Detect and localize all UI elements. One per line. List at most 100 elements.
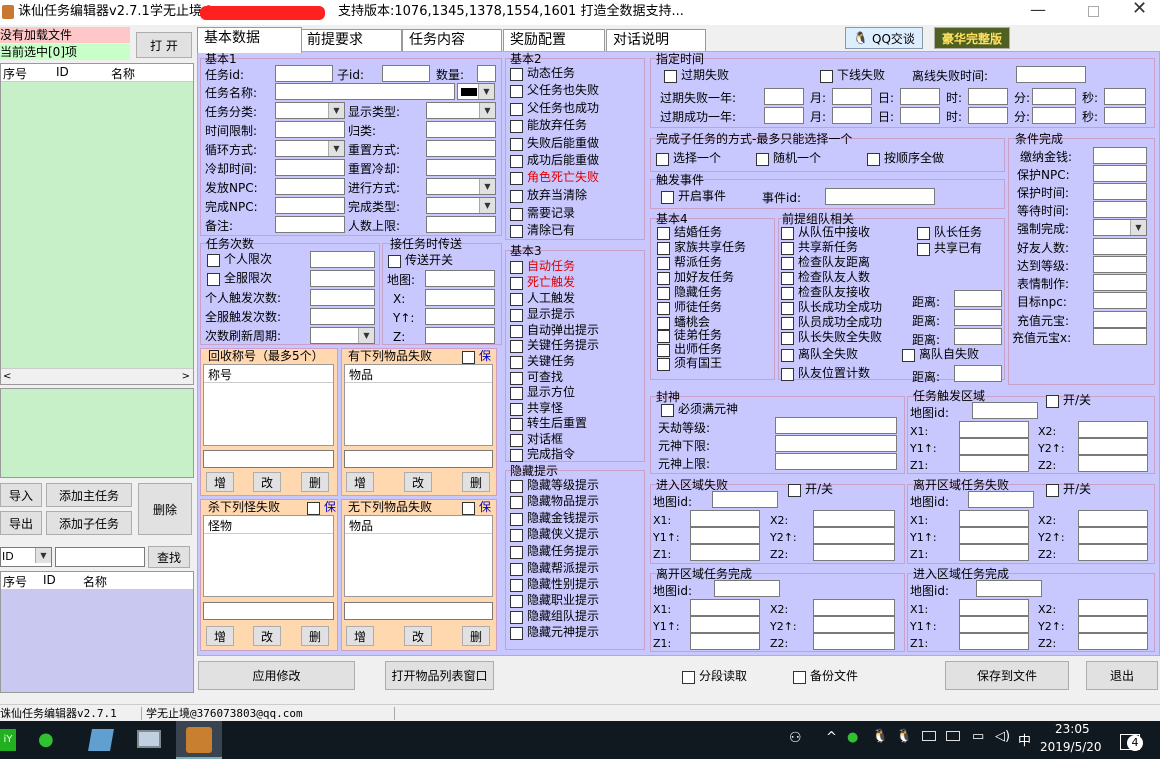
distance-input-3[interactable] xyxy=(954,328,1002,345)
basic4-check[interactable]: 家族共享任务 xyxy=(657,240,746,255)
trig-area-x1-input[interactable] xyxy=(959,421,1029,438)
search-field-select[interactable]: ID ▼ xyxy=(0,547,52,567)
basic3-check[interactable]: 转生后重置 xyxy=(510,416,587,431)
sub-id-input[interactable] xyxy=(382,65,430,82)
basic2-check[interactable]: 清除已有 xyxy=(510,223,575,238)
basic4-check[interactable]: 须有国王 xyxy=(657,356,722,371)
transfer-z-input[interactable] xyxy=(425,327,495,344)
trig-area-switch[interactable]: 开/关 xyxy=(1046,393,1091,408)
has-item-edit-button[interactable]: 改 xyxy=(404,472,432,492)
delete-button[interactable]: 删除 xyxy=(138,483,192,535)
trig-area-map-input[interactable] xyxy=(972,402,1038,419)
qq-tray-icon[interactable]: 🐧 xyxy=(872,729,888,744)
enter-fail-x1-input[interactable] xyxy=(690,510,760,527)
team-check[interactable]: 检查队友人数 xyxy=(781,270,870,285)
leave-fail-x2-input[interactable] xyxy=(1078,510,1148,527)
finish-type-select[interactable]: ▼ xyxy=(426,197,496,214)
enter-fail-z1-input[interactable] xyxy=(690,544,760,561)
basic3-check[interactable]: 显示方位 xyxy=(510,385,575,400)
task-id-input[interactable] xyxy=(275,65,333,82)
team-check[interactable]: 队长失败全失败 xyxy=(781,330,882,345)
enter-fail-y1-input[interactable] xyxy=(690,527,760,544)
basic3-check[interactable]: 可查找 xyxy=(510,370,563,385)
choose-one-check[interactable]: 选择一个 xyxy=(656,151,721,166)
screen-icon[interactable] xyxy=(922,731,936,741)
clock-time[interactable]: 23:05 xyxy=(1055,722,1090,736)
leave-fail-x1-input[interactable] xyxy=(959,510,1029,527)
hide-check[interactable]: 隐藏职业提示 xyxy=(510,593,599,608)
keyboard-icon[interactable] xyxy=(946,731,960,741)
trig-area-y1-input[interactable] xyxy=(959,438,1029,455)
enter-done-x1-input[interactable] xyxy=(959,599,1029,616)
hide-check[interactable]: 隐藏金钱提示 xyxy=(510,511,599,526)
enter-fail-map-input[interactable] xyxy=(712,491,778,508)
cond-input[interactable] xyxy=(1093,292,1147,309)
recycle-add-button[interactable]: 增 xyxy=(206,472,234,492)
hide-check[interactable]: 隐藏元神提示 xyxy=(510,625,599,640)
finish-npc-input[interactable] xyxy=(275,197,345,214)
enter-done-z2-input[interactable] xyxy=(1078,633,1148,650)
task-list[interactable]: 序号 ID 名称 < > xyxy=(0,63,194,385)
enter-done-x2-input[interactable] xyxy=(1078,599,1148,616)
clock-date[interactable]: 2019/5/20 xyxy=(1040,740,1102,754)
open-event-check[interactable]: 开启事件 xyxy=(661,189,726,204)
trig-area-z1-input[interactable] xyxy=(959,455,1029,472)
no-item-keep-check[interactable]: 保 xyxy=(462,500,491,515)
basic4-check[interactable]: 出师任务 xyxy=(657,342,722,357)
transfer-y-input[interactable] xyxy=(425,308,495,325)
notebook-icon[interactable] xyxy=(88,729,114,751)
team-check[interactable]: 检查队友接收 xyxy=(781,285,870,300)
volume-icon[interactable]: ◁) xyxy=(995,729,1010,744)
cond-input[interactable] xyxy=(1093,256,1147,273)
hide-check[interactable]: 隐藏任务提示 xyxy=(510,544,599,559)
time-limit-input[interactable] xyxy=(275,121,345,138)
trig-area-y2-input[interactable] xyxy=(1078,438,1148,455)
leave-fail-switch[interactable]: 开/关 xyxy=(1046,482,1091,497)
offline-time-input[interactable] xyxy=(1016,66,1086,83)
all-limit-input[interactable] xyxy=(310,270,375,287)
basic4-check[interactable]: 师徒任务 xyxy=(657,300,722,315)
people-icon[interactable]: ⚇ xyxy=(789,730,802,746)
team-check[interactable]: 检查队友距离 xyxy=(781,255,870,270)
exit-button[interactable]: 退出 xyxy=(1086,661,1158,690)
leave-fail-z1-input[interactable] xyxy=(959,544,1029,561)
proceed-select[interactable]: ▼ xyxy=(426,178,496,195)
self-fail-check[interactable]: 离队自失败 xyxy=(902,347,979,362)
basic2-check[interactable]: 动态任务 xyxy=(510,66,575,81)
note-input[interactable] xyxy=(275,216,345,233)
team-check[interactable]: 从队伍中接收 xyxy=(781,225,870,240)
trig-area-z2-input[interactable] xyxy=(1078,455,1148,472)
has-item-del-button[interactable]: 删 xyxy=(462,472,490,492)
basic2-check[interactable]: 放弃当清除 xyxy=(510,188,587,203)
qq-tray-icon-2[interactable]: 🐧 xyxy=(896,729,912,744)
basic2-check[interactable]: 失败后能重做 xyxy=(510,136,599,151)
tab-basic[interactable]: 基本数据 xyxy=(197,27,302,53)
network-icon[interactable]: ▭ xyxy=(972,729,984,744)
hide-check[interactable]: 隐藏等级提示 xyxy=(510,478,599,493)
transfer-x-input[interactable] xyxy=(425,289,495,306)
distance-input-4[interactable] xyxy=(954,365,1002,382)
task-type-select[interactable]: ▼ xyxy=(275,102,345,119)
wechat-icon[interactable]: ● xyxy=(38,728,64,752)
no-item-add-button[interactable]: 增 xyxy=(346,626,374,646)
basic3-check[interactable]: 关键任务 xyxy=(510,354,575,369)
basic3-check[interactable]: 显示提示 xyxy=(510,307,575,322)
basic3-check[interactable]: 关键任务提示 xyxy=(510,338,599,353)
leave-done-y2-input[interactable] xyxy=(813,616,895,633)
has-item-add-button[interactable]: 增 xyxy=(346,472,374,492)
recycle-edit-button[interactable]: 改 xyxy=(253,472,281,492)
offline-fail-check[interactable]: 下线失败 xyxy=(820,68,885,83)
result-list[interactable]: 序号 ID 名称 xyxy=(0,571,194,693)
basic2-check[interactable]: 父任务也成功 xyxy=(510,101,599,116)
basic3-check[interactable]: 自动任务 xyxy=(510,259,575,274)
fail-year-input[interactable] xyxy=(764,88,804,105)
tab-dialog[interactable]: 对话说明 xyxy=(606,29,706,51)
team-check[interactable]: 共享新任务 xyxy=(781,240,858,255)
basic4-check[interactable]: 隐藏任务 xyxy=(657,285,722,300)
basic4-check[interactable]: 徒弟任务 xyxy=(657,328,722,343)
hide-check[interactable]: 隐藏侠义提示 xyxy=(510,527,599,542)
fail-minute-input[interactable] xyxy=(1032,88,1076,105)
basic3-check[interactable]: 自动弹出提示 xyxy=(510,323,599,338)
iqiyi-icon[interactable]: iY xyxy=(0,729,16,751)
hide-check[interactable]: 隐藏组队提示 xyxy=(510,609,599,624)
